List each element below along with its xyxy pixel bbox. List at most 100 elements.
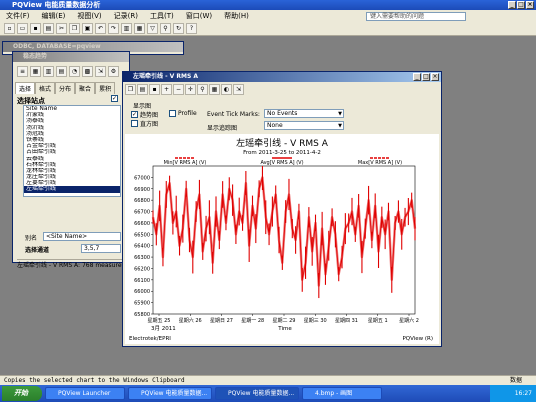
save-icon[interactable]: ▪	[30, 23, 41, 34]
x-tick-label: 星期四 31	[335, 318, 358, 324]
tab-cumulative[interactable]: 累积	[95, 82, 116, 94]
y-tick-label: 66500	[134, 232, 150, 238]
display-tracking-select[interactable]: None ▼	[264, 121, 344, 130]
task-pqview-2[interactable]: PQView 电能质量数据...	[215, 387, 299, 400]
search-icon[interactable]: ⚲	[197, 84, 208, 95]
cut-icon[interactable]: ✂	[56, 23, 67, 34]
task-pqview-1[interactable]: PQView 电能质量数据...	[128, 387, 212, 400]
taskbar: 开始 PQView Launcher PQView 电能质量数据... PQVi…	[0, 385, 536, 402]
histogram-icon[interactable]: ▤	[56, 66, 67, 77]
bar-chart-icon[interactable]: ▥	[43, 66, 54, 77]
pie-icon[interactable]: ◔	[69, 66, 80, 77]
mdi-workspace: ODBC, DATABASE=pqview 稳态趋势 ≡ ▦ ▥ ▤ ◔ ▩ ⇲…	[0, 37, 536, 375]
undo-icon[interactable]: ↶	[95, 23, 106, 34]
menu-window[interactable]: 窗口(W)	[186, 11, 212, 21]
zoom-in-icon[interactable]: +	[161, 84, 172, 95]
event-tick-select[interactable]: No Events ▼	[264, 109, 344, 118]
tab-aggregate[interactable]: 聚合	[75, 82, 96, 94]
chevron-down-icon[interactable]: ▼	[338, 122, 342, 130]
trend-checkbox-row: ✓ 趋势图	[131, 110, 158, 119]
chart-close-button[interactable]: ×	[431, 73, 439, 81]
event-tick-label: Event Tick Marks:	[207, 111, 260, 118]
table-icon[interactable]: ▦	[30, 66, 41, 77]
y-tick-label: 65900	[134, 301, 150, 307]
x-tick-label: 星期六 2	[399, 317, 419, 324]
status-text: Copies the selected chart to the Windows…	[4, 377, 185, 384]
save-icon[interactable]: ▪	[149, 84, 160, 95]
zoom-icon[interactable]: ⚲	[160, 23, 171, 34]
minimize-button[interactable]: _	[508, 1, 516, 9]
profile-checkbox-row: Profile	[169, 110, 197, 117]
chevron-down-icon[interactable]: ▼	[338, 110, 342, 118]
tab-select[interactable]: 选择	[15, 82, 36, 94]
start-button[interactable]: 开始	[2, 386, 42, 401]
menu-file[interactable]: 文件(F)	[6, 11, 30, 21]
chart-minimize-button[interactable]: _	[413, 73, 421, 81]
list-item-selected[interactable]: 左瑶牵引线	[24, 186, 120, 193]
select-site-checkbox[interactable]: ✓	[111, 95, 118, 102]
paste-icon[interactable]: ▣	[82, 23, 93, 34]
chart-legend: Min[V RMS A] (V) Avg[V RMS A] (V) Max[V RM…	[164, 157, 402, 166]
histogram-checkbox-label: 直方图	[140, 121, 159, 128]
tab-distribution[interactable]: 分布	[55, 82, 76, 94]
tab-format[interactable]: 格式	[35, 82, 56, 94]
help-search-input[interactable]: 键入需要帮助的问题	[366, 12, 466, 21]
trend-window: 稳态趋势 ≡ ▦ ▥ ▤ ◔ ▩ ⇲ ⚙ 选择 格式 分布 聚合 累积 选择站点…	[12, 51, 130, 269]
menu-edit[interactable]: 编辑(E)	[42, 11, 66, 21]
y-tick-label: 66000	[134, 289, 150, 295]
close-button[interactable]: ×	[526, 1, 534, 9]
plot-area: 6580065900660006610066200663006640066500…	[134, 165, 419, 324]
print-icon[interactable]: ▤	[137, 84, 148, 95]
trend-checkbox[interactable]: ✓	[131, 111, 138, 118]
filter-icon[interactable]: ▽	[147, 23, 158, 34]
list-icon[interactable]: ≡	[17, 66, 28, 77]
copy-icon[interactable]: ❐	[69, 23, 80, 34]
y-tick-label: 66900	[134, 187, 150, 193]
table-icon[interactable]: ▦	[134, 23, 145, 34]
select-channel-label: 选择通道	[25, 247, 50, 254]
line-chart: 左瑶牵引线 - V RMS A From 2011-3-25 to 2011-4…	[129, 137, 433, 342]
color-icon[interactable]: ◐	[221, 84, 232, 95]
maximize-button[interactable]: □	[517, 1, 525, 9]
system-tray: 16:27	[490, 385, 536, 402]
clock: 16:27	[514, 390, 532, 397]
status-bar: Copies the selected chart to the Windows…	[0, 375, 536, 385]
task-pqview-launcher[interactable]: PQView Launcher	[45, 387, 125, 400]
export-icon[interactable]: ⇲	[95, 66, 106, 77]
zoom-out-icon[interactable]: −	[173, 84, 184, 95]
chart-icon[interactable]: ▥	[121, 23, 132, 34]
export-icon[interactable]: ⇲	[233, 84, 244, 95]
histogram-checkbox[interactable]	[131, 120, 138, 127]
profile-checkbox[interactable]	[169, 110, 176, 117]
menu-tools[interactable]: 工具(T)	[150, 11, 174, 21]
trend-tabs: 选择 格式 分布 聚合 累积	[15, 82, 116, 94]
legend-label: Min[V RMS A] (V)	[164, 160, 207, 166]
crosshair-icon[interactable]: ✛	[185, 84, 196, 95]
chart-maximize-button[interactable]: □	[422, 73, 430, 81]
x-tick-label: 星期三 30	[304, 318, 327, 324]
menu-records[interactable]: 记录(R)	[114, 11, 138, 21]
settings-icon[interactable]: ⚙	[108, 66, 119, 77]
table-icon[interactable]: ▦	[209, 84, 220, 95]
alias-field[interactable]: <Site Name>	[43, 232, 121, 241]
open-icon[interactable]: ▭	[17, 23, 28, 34]
select-channel-field[interactable]: 3,5,7	[81, 244, 121, 253]
redo-icon[interactable]: ↷	[108, 23, 119, 34]
site-listbox[interactable]: Site Name 沂蒙线 汤泰线 汤沂线 汤冠线 铁寨线 古金牵引线 古田牵引…	[23, 105, 121, 197]
footer-right: PQView (R)	[402, 336, 433, 342]
grid-icon[interactable]: ▩	[82, 66, 93, 77]
display-group-label: 显示图	[133, 103, 152, 110]
print-icon[interactable]: ▤	[43, 23, 54, 34]
task-paint[interactable]: 4.bmp - 画图	[302, 387, 382, 400]
menu-help[interactable]: 帮助(H)	[224, 11, 249, 21]
y-tick-label: 66100	[134, 278, 150, 284]
alias-label: 别名	[25, 235, 38, 242]
new-icon[interactable]: ▫	[4, 23, 15, 34]
chart-toolbar: ❐ ▤ ▪ + − ✛ ⚲ ▦ ◐ ⇲	[125, 84, 244, 95]
y-tick-label: 66400	[134, 244, 150, 250]
help-icon[interactable]: ?	[186, 23, 197, 34]
copy-chart-icon[interactable]: ❐	[125, 84, 136, 95]
menu-view[interactable]: 视图(V)	[77, 11, 101, 21]
refresh-icon[interactable]: ↻	[173, 23, 184, 34]
trend-toolbar: ≡ ▦ ▥ ▤ ◔ ▩ ⇲ ⚙	[17, 66, 119, 77]
